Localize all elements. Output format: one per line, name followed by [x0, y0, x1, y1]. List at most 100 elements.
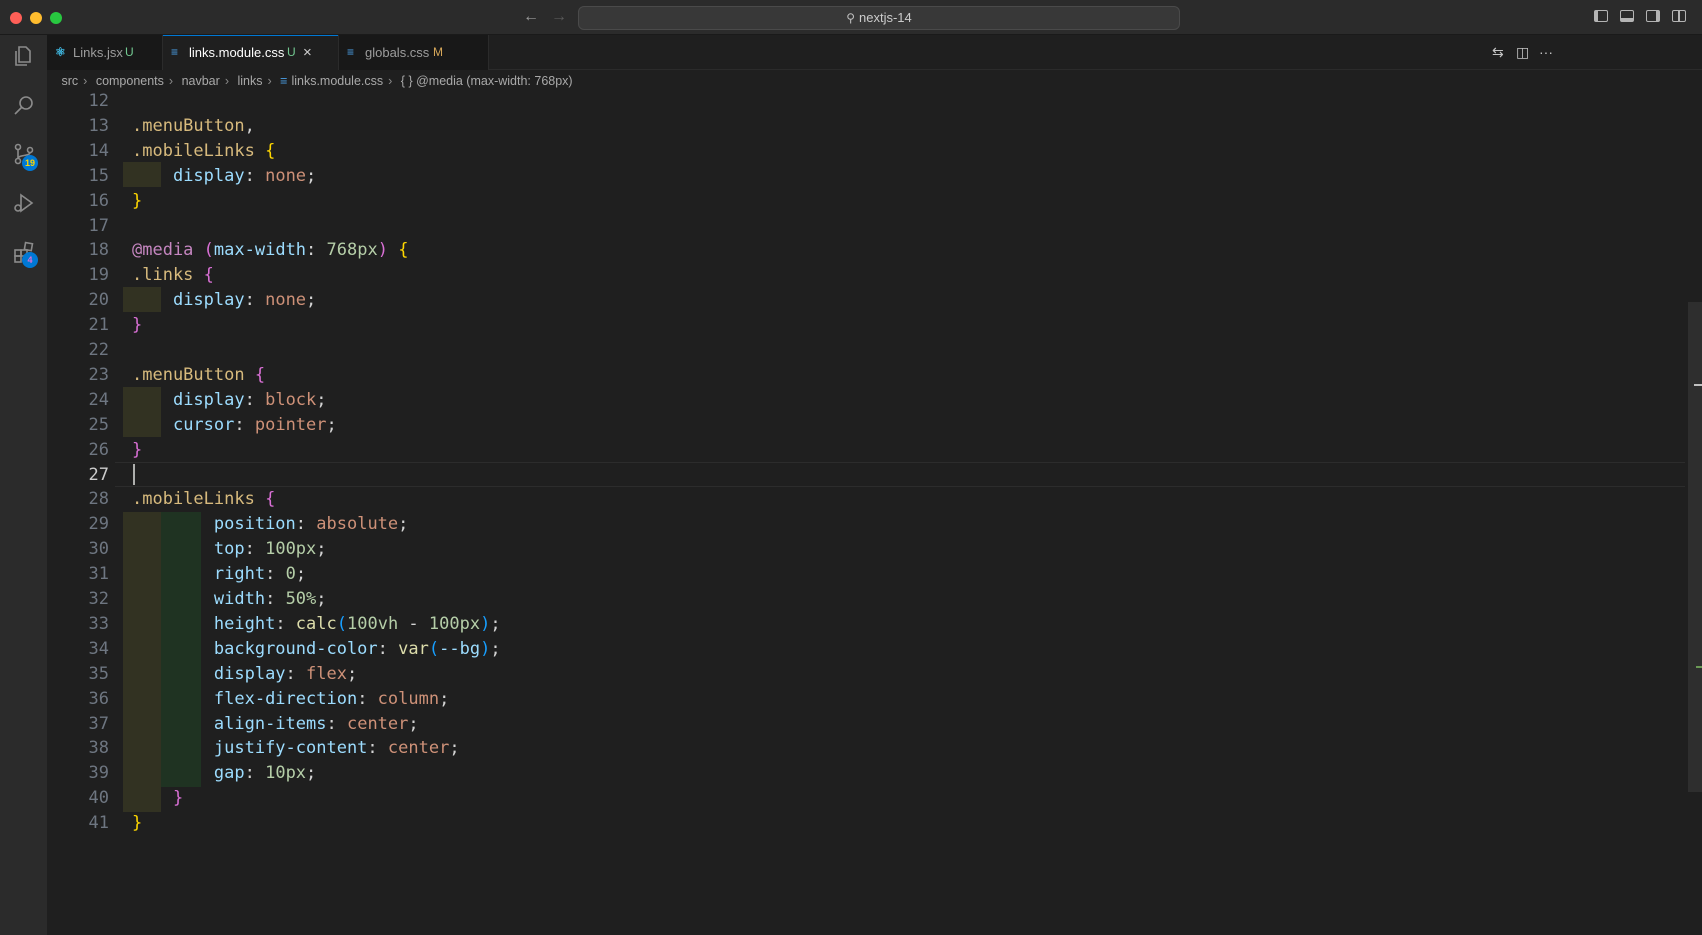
line-number: 40	[88, 788, 109, 809]
code-line[interactable]: 39 gap: 10px;	[47, 761, 1687, 786]
code-line[interactable]: 12	[47, 92, 1687, 114]
code-text: align-items: center;	[213, 713, 419, 734]
close-icon[interactable]: ×	[303, 35, 312, 70]
code-line[interactable]: 41}	[47, 811, 1687, 836]
chevron-right-icon: ›	[83, 74, 88, 88]
chevron-right-icon: ›	[168, 74, 174, 88]
code-text: position: absolute;	[213, 514, 409, 535]
open-changes-icon[interactable]: ⇆	[1492, 45, 1504, 59]
code-line[interactable]: 37 align-items: center;	[47, 712, 1687, 737]
code-text: @media (max-width: 768px) {	[132, 240, 409, 261]
minimize-window-button[interactable]	[30, 12, 42, 24]
code-line[interactable]: 19 .links {	[47, 263, 1687, 288]
breadcrumb-item[interactable]: links	[237, 70, 262, 92]
code-line[interactable]: 29 position: absolute;	[47, 512, 1687, 537]
run-debug-icon[interactable]	[12, 191, 36, 215]
line-number: 32	[88, 589, 109, 609]
code-line[interactable]: 17	[47, 214, 1687, 239]
overview-ruler-change-mark	[1696, 666, 1702, 668]
customize-layout-icon[interactable]	[1672, 10, 1686, 22]
back-arrow-icon[interactable]: ←	[523, 8, 539, 26]
code-text: .mobileLinks {	[132, 489, 276, 510]
forward-arrow-icon[interactable]: →	[551, 8, 567, 26]
line-number: 20	[88, 290, 109, 311]
code-text: }	[132, 813, 143, 834]
line-number: 36	[88, 688, 109, 709]
code-line[interactable]: 20 display: none;	[47, 288, 1687, 313]
line-number: 13	[88, 115, 109, 136]
code-text: display: none;	[172, 165, 317, 186]
chevron-right-icon: ›	[224, 74, 229, 88]
breadcrumb: src › components › navbar › links › ≡ links.m…	[47, 70, 1702, 92]
code-text: }	[132, 439, 143, 460]
code-editor[interactable]: 12 13 .menuButton, 14 .mobileLinks {15 displ…	[47, 92, 1702, 935]
tab-links-module-css[interactable]: ≡ links.module.css U ×	[163, 35, 339, 70]
tab-status: U	[287, 45, 296, 59]
code-line[interactable]: 32 width: 50%;	[47, 587, 1687, 612]
line-number: 18	[88, 240, 109, 261]
breadcrumb-item[interactable]: navbar	[182, 70, 220, 92]
more-actions-icon[interactable]: ···	[1539, 45, 1553, 59]
code-line[interactable]: 31 right: 0;	[47, 562, 1687, 587]
extensions-badge: 4	[22, 252, 38, 268]
line-number: 14	[88, 140, 109, 161]
split-editor-icon[interactable]: ◫	[1516, 45, 1529, 59]
code-text: display: flex;	[213, 663, 358, 684]
search-icon[interactable]	[12, 93, 36, 117]
toggle-primary-sidebar-icon[interactable]	[1594, 10, 1608, 22]
code-line[interactable]: 24 display: block;	[47, 388, 1687, 413]
code-line[interactable]: 28 .mobileLinks {	[47, 487, 1687, 512]
code-line[interactable]: 25 cursor: pointer;	[47, 413, 1687, 438]
code-line[interactable]: 27	[47, 463, 1687, 488]
line-number: 28	[88, 489, 109, 510]
line-number: 21	[88, 315, 109, 336]
vertical-scrollbar[interactable]	[1688, 302, 1702, 792]
toggle-panel-icon[interactable]	[1620, 10, 1634, 22]
code-line[interactable]: 35 display: flex;	[47, 662, 1687, 687]
code-line[interactable]: 18 @media (max-width: 768px) {	[47, 238, 1687, 263]
code-line[interactable]: 14 .mobileLinks {	[47, 139, 1687, 164]
close-window-button[interactable]	[10, 12, 22, 24]
code-line[interactable]: 36 flex-direction: column;	[47, 687, 1687, 712]
tab-label: links.module.css	[189, 45, 285, 60]
command-center-search[interactable]: ⚲ nextjs-14	[578, 6, 1180, 30]
breadcrumb-item[interactable]: components	[96, 70, 164, 92]
code-line[interactable]: 30 top: 100px;	[47, 537, 1687, 562]
code-line[interactable]: 33 height: calc(100vh - 100px);	[47, 612, 1687, 637]
code-text: }	[132, 190, 143, 211]
source-control-badge: 19	[22, 155, 38, 171]
code-line[interactable]: 13 .menuButton,	[47, 114, 1687, 139]
css-icon: ≡	[171, 45, 179, 59]
breadcrumb-item[interactable]: { } @media (max-width: 768px)	[401, 70, 573, 92]
code-line[interactable]: 15 display: none;	[47, 164, 1687, 189]
code-line[interactable]: 22	[47, 338, 1687, 363]
code-text: height: calc(100vh - 100px);	[213, 613, 501, 634]
overview-ruler-cursor-mark	[1694, 384, 1702, 386]
code-line[interactable]: 34 background-color: var(--bg);	[47, 637, 1687, 662]
explorer-icon[interactable]	[12, 44, 36, 68]
activity-bar	[0, 35, 47, 935]
breadcrumb-item[interactable]: links.module.css	[291, 70, 383, 92]
toggle-secondary-sidebar-icon[interactable]	[1646, 10, 1660, 22]
line-number: 17	[88, 215, 109, 236]
code-text: right: 0;	[213, 564, 307, 585]
code-line[interactable]: 21}	[47, 313, 1687, 338]
breadcrumb-item[interactable]: src	[61, 70, 78, 92]
code-line[interactable]: 16}	[47, 189, 1687, 214]
code-line[interactable]: 40 }	[47, 786, 1687, 811]
line-number: 22	[88, 340, 109, 360]
code-line[interactable]: 26}	[47, 438, 1687, 463]
code-line[interactable]: 23 .menuButton {	[47, 363, 1687, 388]
line-number: 29	[88, 514, 109, 535]
code-text: cursor: pointer;	[172, 414, 337, 435]
tab-links-jsx[interactable]: ⚛ Links.jsx U	[47, 35, 163, 70]
line-number: 26	[88, 439, 109, 460]
code-text: justify-content: center;	[213, 738, 460, 759]
maximize-window-button[interactable]	[50, 12, 62, 24]
vscode-window: ← → ⚲nextjs-14 19 4 ⚛ Links.jsx U ≡ lin	[0, 0, 1702, 935]
code-line[interactable]: 38 justify-content: center;	[47, 736, 1687, 761]
tab-status: M	[433, 45, 443, 59]
code-text: }	[132, 315, 143, 336]
line-number: 19	[88, 265, 109, 286]
tab-globals-css[interactable]: ≡ globals.css M	[339, 35, 489, 70]
